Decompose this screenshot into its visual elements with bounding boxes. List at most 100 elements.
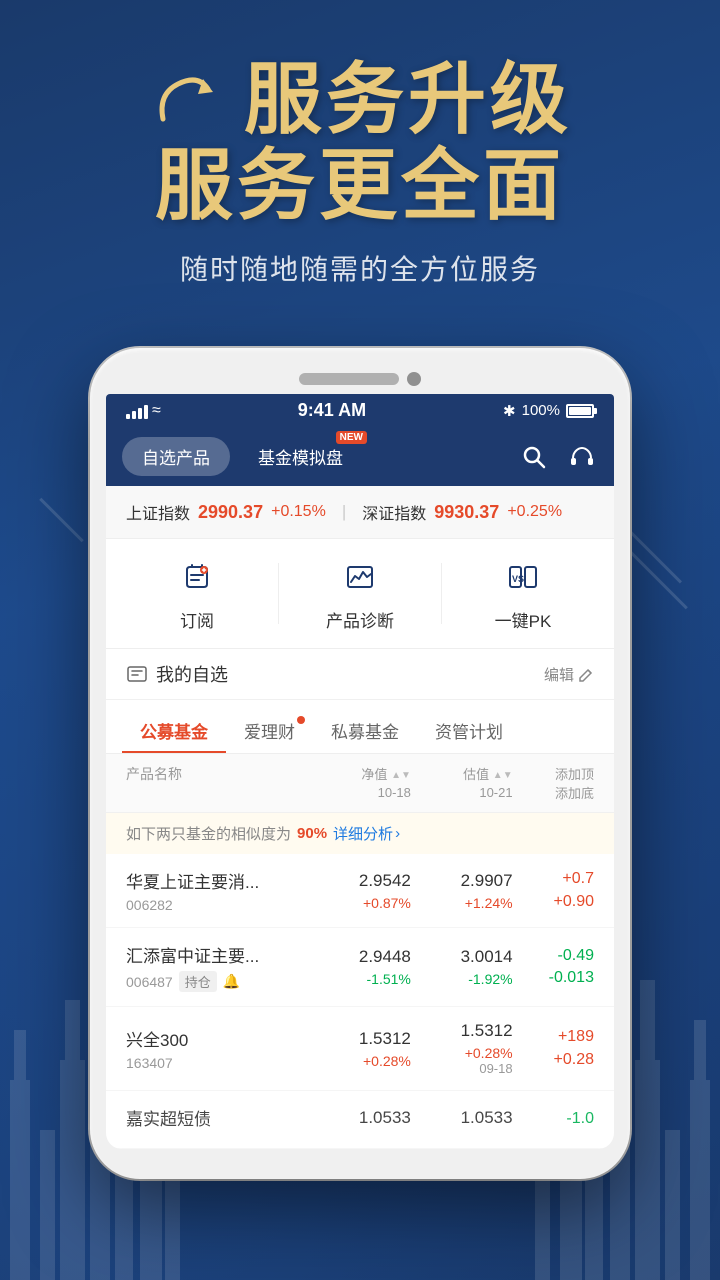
fund-row-1[interactable]: 华夏上证主要消... 006282 2.9542 +0.87% 2.9907 +…: [106, 854, 614, 928]
fund-est-1: 2.9907 +1.24%: [411, 871, 513, 911]
market-ticker: 上证指数 2990.37 +0.15% | 深证指数 9930.37 +0.25…: [106, 486, 614, 539]
fund-est-value-4: 1.0533: [411, 1108, 513, 1128]
fund-info-3: 兴全300 163407: [126, 1026, 309, 1071]
fund-return-4: -1.0: [513, 1108, 594, 1130]
phone-top-bar: [106, 372, 614, 386]
fund-est-value-2: 3.0014: [411, 947, 513, 967]
fund-est-value-1: 2.9907: [411, 871, 513, 891]
edit-icon: [578, 666, 594, 682]
cat-tab-private[interactable]: 私募基金: [313, 710, 417, 753]
app-nav: 自选产品 基金模拟盘 NEW: [106, 427, 614, 486]
nav-sort-icon: ▲▼: [391, 771, 411, 781]
diagnose-icon: [338, 555, 382, 599]
battery-icon: [566, 404, 594, 418]
fund-nav-change-3: +0.28%: [309, 1053, 411, 1069]
new-badge: NEW: [336, 431, 367, 444]
fund-bell-2: 🔔: [223, 973, 240, 990]
similarity-pct: 90%: [297, 825, 327, 842]
fund-code-row-2: 006487 持仓 🔔: [126, 971, 309, 992]
fund-return-2: -0.49 -0.013: [513, 945, 594, 990]
cat-tabs: 公募基金 爱理财 私募基金 资管计划: [106, 700, 614, 754]
fund-tag-2: 持仓: [179, 971, 217, 992]
fund-nav-change-2: -1.51%: [309, 971, 411, 987]
fund-return-val-4: -1.0: [513, 1108, 594, 1130]
fund-nav-1: 2.9542 +0.87%: [309, 871, 411, 911]
subscribe-label: 订阅: [180, 607, 214, 632]
est-sort-icon: ▲▼: [493, 771, 513, 781]
battery-fill: [569, 407, 591, 415]
fund-est-2: 3.0014 -1.92%: [411, 947, 513, 987]
quick-action-pk[interactable]: VS 一键PK: [442, 555, 604, 632]
cat-tab-wealth[interactable]: 爱理财: [226, 710, 313, 753]
nav-tab-watchlist[interactable]: 自选产品: [122, 437, 230, 476]
ticker-divider: |: [342, 502, 346, 522]
sz-index-change: +0.25%: [507, 503, 562, 521]
table-header: 产品名称 净值 ▲▼ 10-18 估值 ▲▼ 10-21: [106, 754, 614, 813]
main-title-1: 服务升级: [244, 60, 572, 138]
fund-row-4[interactable]: 嘉实超短债 1.0533 1.0533 -1.0: [106, 1091, 614, 1149]
pk-label: 一键PK: [495, 607, 552, 632]
bluetooth-icon: ✱: [503, 402, 516, 420]
header-section: 服务升级 服务更全面 随时随地随需的全方位服务: [0, 60, 720, 308]
fund-code-2: 006487: [126, 974, 173, 990]
wifi-icon: ≈: [152, 402, 161, 420]
cat-tab-public[interactable]: 公募基金: [122, 710, 226, 753]
fund-code-1: 006282: [126, 897, 173, 913]
signal-bar-4: [144, 405, 148, 419]
battery-pct: 100%: [522, 402, 560, 419]
subtitle: 随时随地随需的全方位服务: [40, 248, 680, 288]
app-content: 上证指数 2990.37 +0.15% | 深证指数 9930.37 +0.25…: [106, 486, 614, 1149]
fund-nav-change-1: +0.87%: [309, 895, 411, 911]
signal-bar-2: [132, 411, 136, 419]
status-right: ✱ 100%: [503, 402, 594, 420]
similarity-notice: 如下两只基金的相似度为 90% 详细分析 ›: [106, 813, 614, 854]
fund-est-3: 1.5312 +0.28% 09-18: [411, 1021, 513, 1076]
fund-est-4: 1.0533: [411, 1108, 513, 1132]
edit-button[interactable]: 编辑: [544, 664, 594, 685]
fund-est-value-3: 1.5312: [411, 1021, 513, 1041]
pk-icon: VS: [501, 555, 545, 599]
fund-info-1: 华夏上证主要消... 006282: [126, 868, 309, 913]
quick-action-subscribe[interactable]: 订阅: [116, 555, 278, 632]
upgrade-arrow-icon: [148, 64, 228, 134]
fund-code-3: 163407: [126, 1055, 173, 1071]
diagnose-label: 产品诊断: [326, 607, 394, 632]
fund-nav-value-1: 2.9542: [309, 871, 411, 891]
fund-est-change-2: -1.92%: [411, 971, 513, 987]
signal-bar-3: [138, 408, 142, 419]
nav-tab-fund-sim[interactable]: 基金模拟盘 NEW: [238, 437, 363, 476]
watchlist-title: 我的自选: [126, 661, 228, 687]
fund-return-3: +189 +0.28: [513, 1026, 594, 1071]
status-left: ≈: [126, 402, 161, 420]
fund-return-val-2: -0.49 -0.013: [513, 945, 594, 990]
fund-nav-2: 2.9448 -1.51%: [309, 947, 411, 987]
fund-nav-value-3: 1.5312: [309, 1029, 411, 1049]
fund-return-val-3: +189 +0.28: [513, 1026, 594, 1071]
content-wrapper: 服务升级 服务更全面 随时随地随需的全方位服务: [0, 0, 720, 1179]
title-row: 服务升级: [40, 60, 680, 138]
fund-est-change-1: +1.24%: [411, 895, 513, 911]
sz-index-value: 9930.37: [434, 502, 499, 523]
sh-index-value: 2990.37: [198, 502, 263, 523]
sz-index-label: 深证指数: [362, 500, 426, 524]
quick-action-diagnose[interactable]: 产品诊断: [279, 555, 441, 632]
signal-bars-icon: [126, 403, 148, 419]
th-est: 估值 ▲▼ 10-21: [411, 764, 513, 802]
fund-row-2[interactable]: 汇添富中证主要... 006487 持仓 🔔 2.9448 -1.51% 3.0…: [106, 928, 614, 1007]
analysis-link[interactable]: 详细分析 ›: [333, 823, 400, 844]
fund-code-row-1: 006282: [126, 897, 309, 913]
fund-nav-4: 1.0533: [309, 1108, 411, 1132]
phone-speaker: [299, 373, 399, 385]
cat-tab-asset-mgmt[interactable]: 资管计划: [417, 710, 521, 753]
th-add: 添加顶 添加底: [513, 764, 594, 802]
wealth-dot: [297, 716, 305, 724]
watchlist-header: 我的自选 编辑: [106, 649, 614, 700]
fund-row-3[interactable]: 兴全300 163407 1.5312 +0.28% 1.5312 +0.28%…: [106, 1007, 614, 1091]
search-icon[interactable]: [518, 441, 550, 473]
fund-est-change-3: +0.28%: [411, 1045, 513, 1061]
phone-camera: [407, 372, 421, 386]
fund-info-2: 汇添富中证主要... 006487 持仓 🔔: [126, 942, 309, 992]
phone-mockup-container: ≈ 9:41 AM ✱ 100% 自选产品 基金模拟盘 NEW: [90, 348, 630, 1179]
headset-icon[interactable]: [566, 441, 598, 473]
fund-name-4: 嘉实超短债: [126, 1105, 309, 1130]
